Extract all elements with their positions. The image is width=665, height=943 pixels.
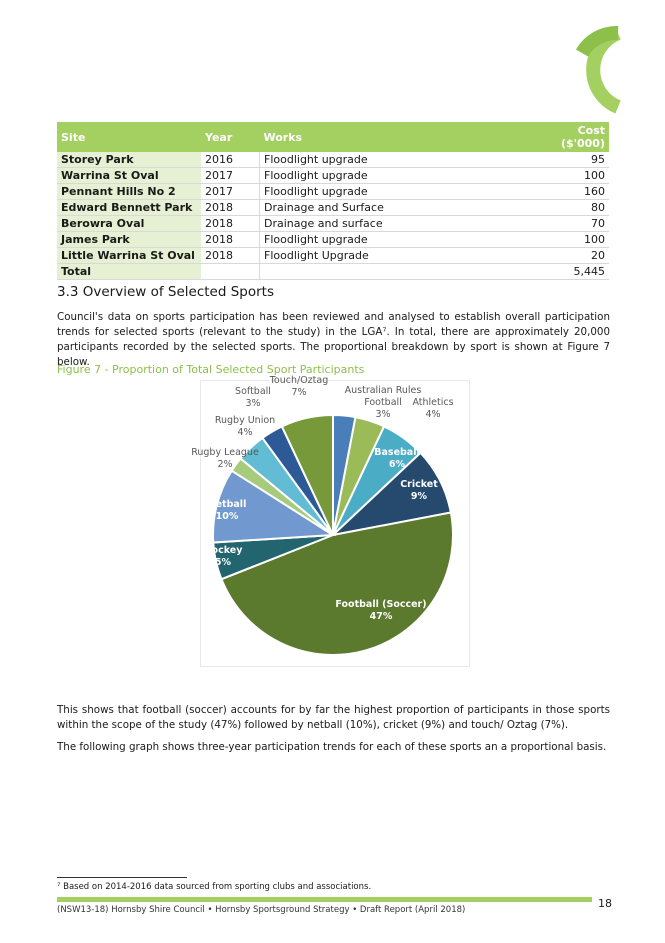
- table-cell: 2018: [201, 231, 260, 248]
- table-cell: 2017: [201, 167, 260, 184]
- table-cell: 2018: [201, 199, 260, 216]
- footnote: ⁷ Based on 2014-2016 data sourced from s…: [57, 882, 372, 892]
- table-cell: 2018: [201, 215, 260, 232]
- table-row: Berowra Oval 2018 Drainage and surface 70: [57, 215, 609, 232]
- table-cell: Floodlight upgrade: [259, 167, 541, 184]
- table-cell: Edward Bennett Park: [57, 199, 201, 216]
- total-value: 5,445: [541, 263, 609, 280]
- table-cell: 20: [541, 247, 609, 264]
- table-cell: Floodlight Upgrade: [259, 247, 541, 264]
- paragraph-summary: This shows that football (soccer) accoun…: [57, 704, 610, 731]
- slice-name: Cricket: [400, 479, 438, 490]
- slice-name: Athletics: [412, 397, 454, 408]
- table-row: Little Warrina St Oval 2018 Floodlight Upg…: [57, 247, 609, 264]
- slice-label: Baseball 6%: [374, 447, 419, 471]
- table-cell: Drainage and surface: [259, 215, 541, 232]
- table-cell: 100: [541, 231, 609, 248]
- slice-label: Netball 10%: [208, 499, 247, 523]
- slice-value: 7%: [291, 387, 307, 398]
- slice-name: Rugby League: [191, 447, 259, 458]
- table-cell: 70: [541, 215, 609, 232]
- slice-name: Football (Soccer): [335, 599, 427, 610]
- table-cell: Floodlight upgrade: [259, 231, 541, 248]
- slice-value: 4%: [425, 409, 441, 420]
- slice-value: 2%: [217, 459, 233, 470]
- slice-value: 10%: [215, 511, 239, 522]
- table-cell: Little Warrina St Oval: [57, 247, 201, 264]
- header-cost: Cost ($'000): [541, 122, 609, 152]
- footnote-divider: [57, 877, 187, 878]
- footer-text: (NSW13-18) Hornsby Shire Council • Horns…: [57, 905, 466, 915]
- slice-name: Netball: [207, 499, 247, 510]
- table-cell: Berowra Oval: [57, 215, 201, 232]
- total-label: Total: [57, 263, 201, 280]
- table-cell: Storey Park: [57, 152, 201, 168]
- page-number: 18: [598, 897, 612, 910]
- slice-name: Touch/Oztag: [269, 375, 329, 386]
- table-cell: 80: [541, 199, 609, 216]
- slice-name: Baseball: [374, 447, 420, 458]
- table-row: Storey Park 2016 Floodlight upgrade 95: [57, 152, 609, 168]
- works-table: Site Year Works Cost ($'000) Storey Park…: [57, 122, 609, 280]
- slice-label: Rugby Union 4%: [215, 415, 275, 439]
- table-row: Edward Bennett Park 2018 Drainage and Surf…: [57, 199, 609, 216]
- table-cell: Warrina St Oval: [57, 167, 201, 184]
- slice-label: Softball 3%: [235, 386, 271, 410]
- slice-name: Hockey: [203, 545, 243, 556]
- header-site: Site: [57, 122, 201, 152]
- slice-name: Softball: [235, 386, 271, 397]
- slice-value: 3%: [245, 398, 261, 409]
- table-cell: Floodlight upgrade: [259, 183, 541, 200]
- table-cell: James Park: [57, 231, 201, 248]
- table-cell: 2016: [201, 152, 260, 168]
- table-cell: Pennant Hills No 2: [57, 183, 201, 200]
- slice-value: 5%: [214, 557, 232, 568]
- slice-label: Touch/Oztag 7%: [270, 375, 329, 399]
- table-cell: Drainage and Surface: [259, 199, 541, 216]
- table-cell: 160: [541, 183, 609, 200]
- total-row: Total 5,445: [57, 263, 609, 280]
- slice-label: Athletics 4%: [412, 397, 453, 421]
- table-cell: 2017: [201, 183, 260, 200]
- table-cell: Floodlight upgrade: [259, 152, 541, 168]
- footer-bar: [57, 897, 592, 902]
- header-works: Works: [259, 122, 541, 152]
- table-cell: 95: [541, 152, 609, 168]
- header-year: Year: [201, 122, 260, 152]
- document-page: Site Year Works Cost ($'000) Storey Park…: [0, 0, 665, 943]
- logo-arc-icon: [575, 26, 621, 114]
- table-cell: 100: [541, 167, 609, 184]
- slice-value: 47%: [369, 611, 393, 622]
- section-heading: 3.3 Overview of Selected Sports: [57, 284, 275, 300]
- table-row: Warrina St Oval 2017 Floodlight upgrade 100: [57, 167, 609, 184]
- paragraph-intro: Council's data on sports participation h…: [57, 311, 610, 368]
- slice-label: Hockey 5%: [204, 545, 243, 569]
- slice-label: Rugby League 2%: [191, 447, 259, 471]
- table-cell: 2018: [201, 247, 260, 264]
- slice-name: Rugby Union: [214, 415, 276, 426]
- slice-value: 6%: [388, 459, 406, 470]
- slice-value: 9%: [410, 491, 428, 502]
- slice-value: 4%: [237, 427, 253, 438]
- table-row: Pennant Hills No 2 2017 Floodlight upgrade…: [57, 183, 609, 200]
- slice-label: Football (Soccer) 47%: [335, 599, 426, 623]
- table-header: Site Year Works Cost ($'000): [57, 122, 609, 152]
- slice-label: Cricket 9%: [400, 479, 438, 503]
- pie-chart: Australian Rules Football 3% Athletics 4% Ba…: [191, 375, 470, 667]
- paragraph-trends: The following graph shows three-year par…: [57, 741, 607, 753]
- table-row: James Park 2018 Floodlight upgrade 100: [57, 231, 609, 248]
